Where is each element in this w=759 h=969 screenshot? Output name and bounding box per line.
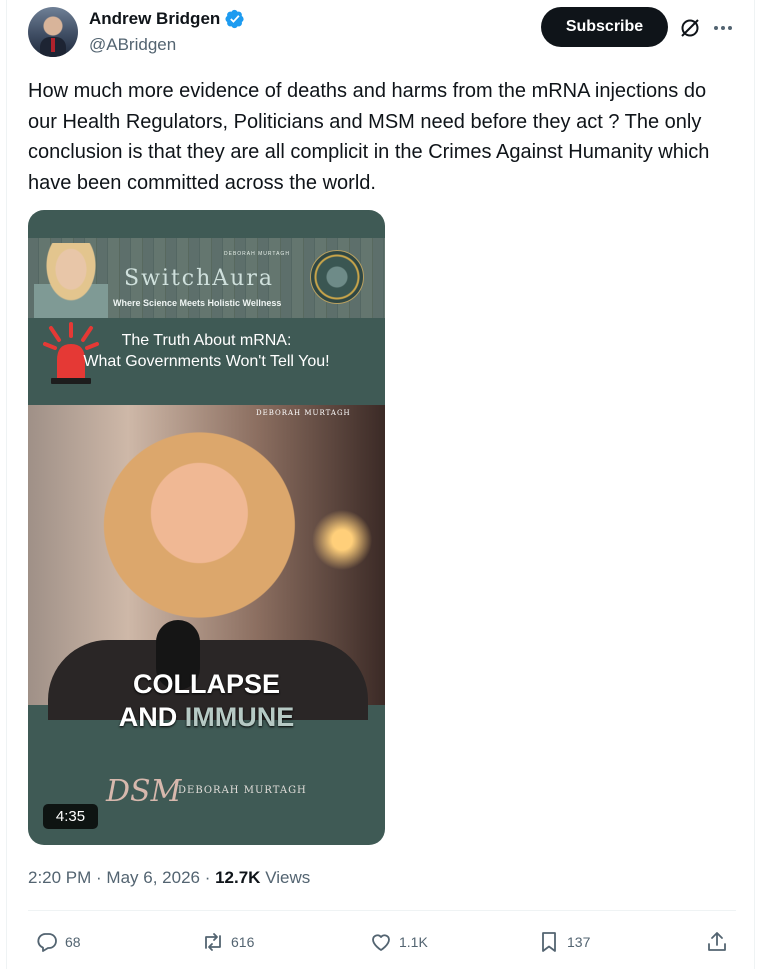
share-button[interactable] xyxy=(705,928,729,956)
views-count: 12.7K xyxy=(215,868,261,887)
grok-icon[interactable] xyxy=(678,16,702,40)
bookmark-icon xyxy=(542,932,556,952)
tweet-date[interactable]: May 6, 2026 xyxy=(106,868,200,887)
video-player[interactable]: DEBORAH MURTAGH SwitchAura Where Science… xyxy=(28,210,385,845)
verified-badge-icon xyxy=(225,9,244,29)
repost-count: 616 xyxy=(231,934,255,950)
share-icon xyxy=(708,932,726,951)
logo-monogram: DSM xyxy=(106,774,182,809)
brand-emblem-icon xyxy=(310,250,364,304)
avatar[interactable] xyxy=(28,7,78,57)
avatar-tie xyxy=(51,38,55,52)
meta-separator: · xyxy=(91,868,107,887)
banner-portrait xyxy=(34,243,108,318)
bookmark-button[interactable]: 137 xyxy=(537,928,590,956)
bookmark-count: 137 xyxy=(567,934,591,950)
timeline-border-right xyxy=(754,0,755,969)
meta-separator: · xyxy=(199,868,216,887)
tweet-text: How much more evidence of deaths and har… xyxy=(28,80,710,194)
caption-line-2: AND IMMUNE xyxy=(28,702,385,733)
brand-tagline: Where Science Meets Holistic Wellness xyxy=(113,298,282,308)
video-frame-photo: DEBORAH MURTAGH xyxy=(28,405,385,720)
repost-icon xyxy=(205,933,221,951)
more-icon[interactable] xyxy=(711,16,735,40)
video-banner: DEBORAH MURTAGH SwitchAura Where Science… xyxy=(28,238,385,318)
headline-line-1: The Truth About mRNA: xyxy=(121,332,292,349)
brand-name: SwitchAura xyxy=(124,266,274,291)
caption-word-immune: IMMUNE xyxy=(184,702,295,732)
views-label: Views xyxy=(260,868,311,887)
caption-word-and: AND xyxy=(118,702,185,732)
author-name-row[interactable]: Andrew Bridgen xyxy=(89,9,245,29)
repost-button[interactable]: 616 xyxy=(201,928,254,956)
logo-text: DEBORAH MURTAGH xyxy=(178,785,307,796)
photo-signature: DEBORAH MURTAGH xyxy=(256,409,351,417)
reply-icon xyxy=(37,933,57,952)
headline-line-2: What Governments Won't Tell You! xyxy=(83,353,330,370)
display-name[interactable]: Andrew Bridgen xyxy=(89,9,220,29)
handle[interactable]: @ABridgen xyxy=(89,35,176,55)
tweet-time[interactable]: 2:20 PM xyxy=(28,868,91,887)
heart-icon xyxy=(372,934,390,951)
brand-small-text: DEBORAH MURTAGH xyxy=(224,251,290,257)
caption-line-1: COLLAPSE xyxy=(132,669,280,699)
reply-count: 68 xyxy=(65,934,81,950)
divider xyxy=(28,910,736,911)
reply-button[interactable]: 68 xyxy=(35,928,81,956)
subscribe-button[interactable]: Subscribe xyxy=(541,7,668,47)
timeline-border-left xyxy=(6,0,7,969)
video-headline: The Truth About mRNA: What Governments W… xyxy=(28,330,385,372)
like-button[interactable]: 1.1K xyxy=(369,928,428,956)
tweet-meta: 2:20 PM · May 6, 2026 · 12.7K Views xyxy=(28,868,310,888)
like-count: 1.1K xyxy=(399,934,428,950)
video-duration-badge: 4:35 xyxy=(43,804,98,829)
